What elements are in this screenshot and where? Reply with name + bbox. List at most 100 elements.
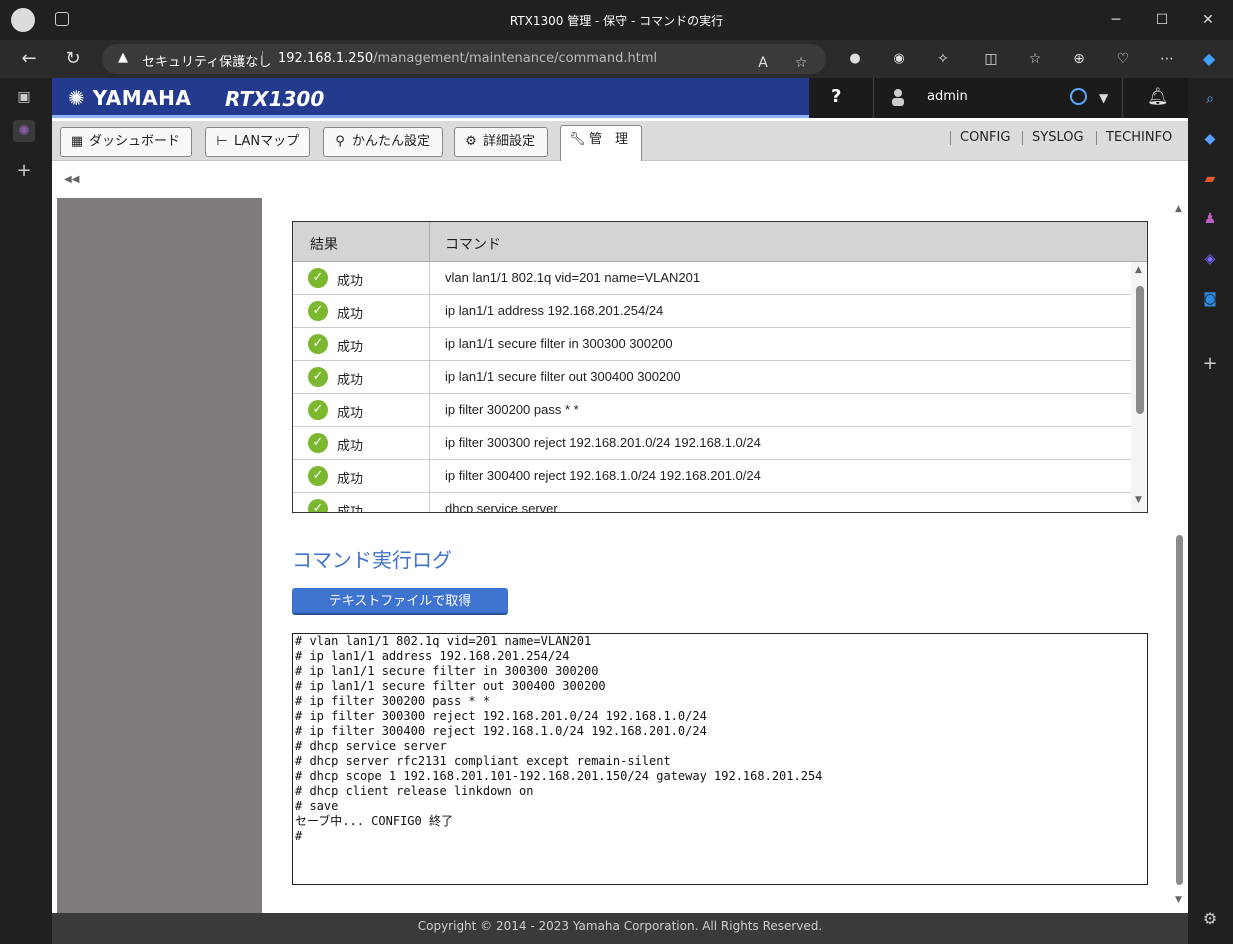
table-row: ✓ 成功 ip lan1/1 address 192.168.201.254/24 xyxy=(293,295,1131,328)
success-check-icon: ✓ xyxy=(308,400,328,420)
table-row: ✓ 成功 ip lan1/1 secure filter out 300400 30… xyxy=(293,361,1131,394)
collapse-sidebar-icon[interactable]: ◀◀ xyxy=(64,174,79,185)
success-check-icon: ✓ xyxy=(308,433,328,453)
column-divider xyxy=(429,222,430,262)
menu-advanced-label: 詳細設定 xyxy=(483,134,536,149)
browser-right-sidebar: ⌕ ◆ ▰ ♟ ◈ ◙ + ⚙ xyxy=(1188,78,1233,944)
column-divider xyxy=(429,394,430,427)
router-web-page: ✺ YAMAHA RTX1300 ? admin ▼ 🔔︎ ▦ ダッシュボード ⊢… xyxy=(52,78,1188,944)
menu-easy-setup[interactable]: ⚲ かんたん設定 xyxy=(323,127,443,157)
footer-copyright: Copyright © 2014 - 2023 Yamaha Corporati… xyxy=(52,913,1188,944)
read-aloud-icon[interactable]: A xyxy=(754,54,772,72)
lanmap-icon: ⊢ xyxy=(216,134,228,149)
model-name: RTX1300 xyxy=(225,87,325,111)
maximize-icon[interactable]: ☐ xyxy=(1152,10,1172,30)
user-dropdown-icon[interactable]: ▼ xyxy=(1099,91,1108,105)
user-name[interactable]: admin xyxy=(927,89,968,104)
close-icon[interactable]: ✕ xyxy=(1198,10,1218,30)
table-row: ✓ 成功 ip lan1/1 secure filter in 300300 300… xyxy=(293,328,1131,361)
user-icon xyxy=(892,89,904,106)
result-cell: 成功 xyxy=(337,340,364,355)
success-check-icon: ✓ xyxy=(308,367,328,387)
security-label[interactable]: セキュリティ保護なし xyxy=(142,51,271,70)
favorite-star-icon[interactable]: ☆ xyxy=(792,54,810,72)
command-cell: dhcp service server xyxy=(445,501,558,513)
page-scroll-thumb[interactable] xyxy=(1176,535,1183,885)
minimize-icon[interactable]: ─ xyxy=(1106,10,1126,30)
health-icon[interactable]: ♡ xyxy=(1112,48,1134,70)
tools-icon[interactable]: ▰ xyxy=(1199,168,1221,190)
scroll-up-icon[interactable]: ▲ xyxy=(1135,265,1142,275)
dashboard-icon: ▦ xyxy=(70,134,84,149)
syslog-link[interactable]: SYSLOG xyxy=(1032,130,1084,145)
settings-icon[interactable]: ⚙ xyxy=(1199,908,1221,930)
browser-left-sidebar: ▣ ✺ + xyxy=(0,78,52,944)
column-divider xyxy=(429,328,430,361)
command-log-textarea[interactable]: # vlan lan1/1 802.1q vid=201 name=VLAN20… xyxy=(292,633,1148,885)
tab-actions-icon[interactable]: ▣ xyxy=(13,86,35,108)
help-button[interactable]: ? xyxy=(831,86,841,107)
collections-icon[interactable]: ⊕ xyxy=(1068,48,1090,70)
menu-advanced[interactable]: ⚙ 詳細設定 xyxy=(454,127,548,157)
column-divider xyxy=(429,295,430,328)
download-text-button[interactable]: テキストファイルで取得 xyxy=(292,588,508,615)
new-tab-icon[interactable]: + xyxy=(13,160,35,182)
tab-favicon-icon[interactable]: ✺ xyxy=(13,120,35,142)
page-scrollbar[interactable]: ▲ ▼ xyxy=(1171,198,1188,913)
table-scrollbar[interactable]: ▲ ▼ xyxy=(1131,262,1147,512)
games-icon[interactable]: ♟ xyxy=(1199,208,1221,230)
command-result-table: 結果 コマンド ✓ 成功 vlan lan1/1 802.1q vid=201 na… xyxy=(292,221,1148,513)
success-check-icon: ✓ xyxy=(308,268,328,288)
command-cell: ip lan1/1 address 192.168.201.254/24 xyxy=(445,303,664,318)
link-divider xyxy=(1022,131,1023,145)
outlook-icon[interactable]: ◙ xyxy=(1199,288,1221,310)
link-divider xyxy=(950,131,951,145)
link-divider xyxy=(1096,131,1097,145)
bell-icon[interactable]: 🔔︎ xyxy=(1147,87,1169,107)
column-divider xyxy=(429,460,430,493)
config-link[interactable]: CONFIG xyxy=(960,130,1010,145)
command-cell: ip lan1/1 secure filter in 300300 300200 xyxy=(445,336,673,351)
column-divider xyxy=(429,493,430,512)
puzzle-icon[interactable]: ✧ xyxy=(932,48,954,70)
more-icon[interactable]: ⋯ xyxy=(1156,48,1178,70)
warning-icon[interactable]: ▲ xyxy=(118,50,128,65)
command-header: コマンド xyxy=(445,237,501,253)
add-sidebar-icon[interactable]: + xyxy=(1199,353,1221,375)
address-bar[interactable]: ▲ セキュリティ保護なし 192.168.1.250/management/ma… xyxy=(102,44,826,74)
menu-lanmap-label: LANマップ xyxy=(234,134,300,149)
menu-dashboard-label: ダッシュボード xyxy=(89,134,181,149)
menu-management[interactable]: 🔧︎ 管 理 xyxy=(560,125,642,161)
log-section-title: コマンド実行ログ xyxy=(292,548,452,572)
menu-dashboard[interactable]: ▦ ダッシュボード xyxy=(60,127,192,157)
status-ring-icon[interactable] xyxy=(1070,88,1087,105)
search-icon[interactable]: ⌕ xyxy=(1199,88,1221,110)
command-cell: vlan lan1/1 802.1q vid=201 name=VLAN201 xyxy=(445,270,701,285)
success-check-icon: ✓ xyxy=(308,499,328,512)
window-title: RTX1300 管理 - 保守 - コマンドの実行 xyxy=(509,14,724,28)
table-scroll-thumb[interactable] xyxy=(1136,286,1144,414)
techinfo-link[interactable]: TECHINFO xyxy=(1106,130,1172,145)
header-tools: ? admin ▼ 🔔︎ xyxy=(809,78,1188,118)
scroll-up-icon[interactable]: ▲ xyxy=(1175,204,1182,214)
command-cell: ip filter 300200 pass * * xyxy=(445,402,579,417)
scroll-down-icon[interactable]: ▼ xyxy=(1175,895,1182,905)
back-icon[interactable]: ← xyxy=(18,48,40,70)
favorites-icon[interactable]: ☆ xyxy=(1024,48,1046,70)
scroll-down-icon[interactable]: ▼ xyxy=(1135,495,1142,505)
table-row: ✓ 成功 dhcp service server xyxy=(293,493,1131,513)
yamaha-logo: ✺ YAMAHA xyxy=(68,86,192,110)
success-check-icon: ✓ xyxy=(308,466,328,486)
record-icon[interactable]: ● xyxy=(844,48,866,70)
menu-lanmap[interactable]: ⊢ LANマップ xyxy=(205,127,310,157)
split-screen-icon[interactable]: ◫ xyxy=(980,48,1002,70)
shopping-tag-icon[interactable]: ◆ xyxy=(1199,128,1221,150)
m365-icon[interactable]: ◈ xyxy=(1199,248,1221,270)
url-text[interactable]: 192.168.1.250/management/maintenance/com… xyxy=(278,51,657,66)
column-divider xyxy=(429,361,430,394)
refresh-icon[interactable]: ↻ xyxy=(62,48,84,70)
command-cell: ip filter 300400 reject 192.168.1.0/24 1… xyxy=(445,468,761,483)
copilot-icon[interactable]: ◆ xyxy=(1198,48,1220,70)
success-check-icon: ✓ xyxy=(308,301,328,321)
extension-icon[interactable]: ◉ xyxy=(888,48,910,70)
